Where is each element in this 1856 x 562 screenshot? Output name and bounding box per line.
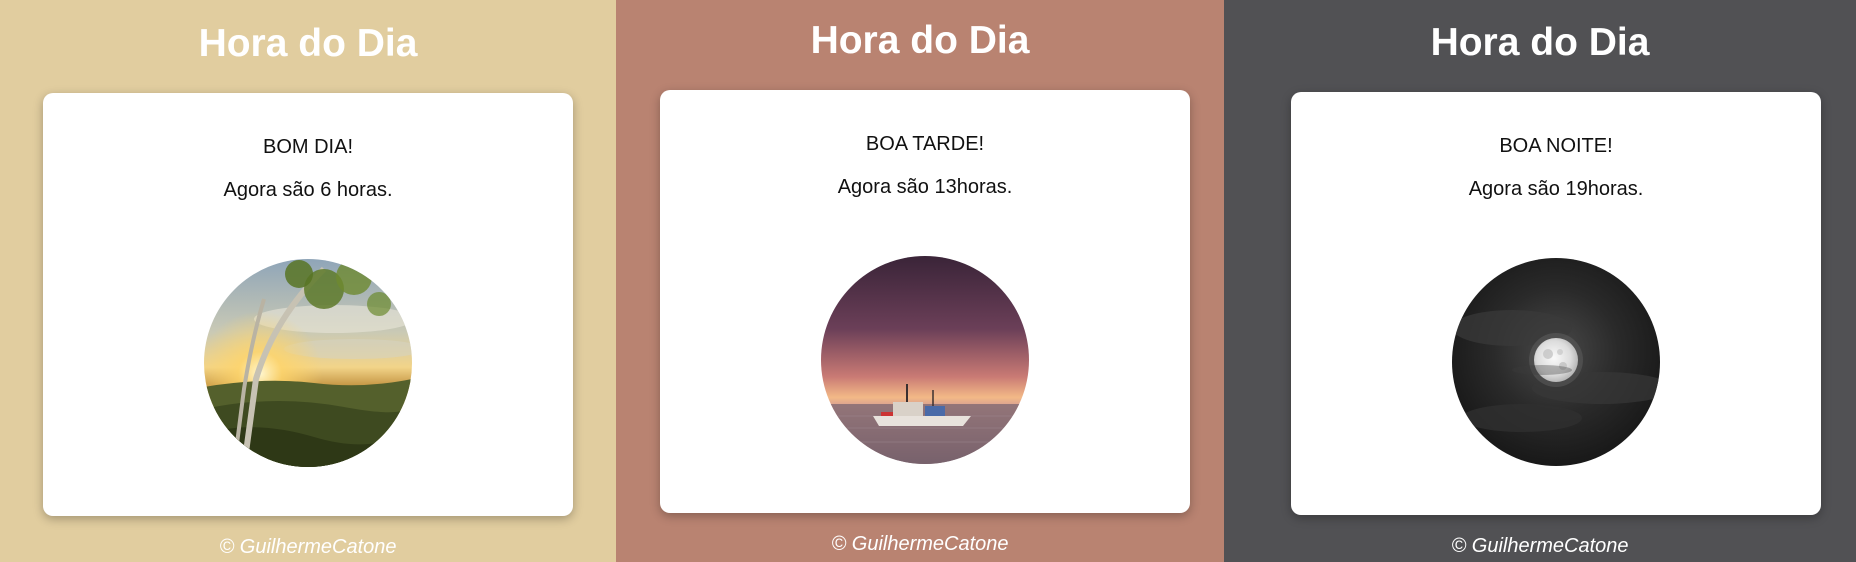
panel-afternoon: Hora do Dia BOA TARDE! Agora são 13horas…: [616, 0, 1224, 562]
footer-credit: © GuilhermeCatone: [831, 533, 1009, 555]
sunset-boat-image: [821, 256, 1029, 464]
time-card: BOA TARDE! Agora são 13horas.: [660, 90, 1190, 513]
time-text: Agora são 13horas.: [837, 176, 1013, 198]
panel-morning: Hora do Dia BOM DIA! Agora são 6 horas.: [0, 0, 616, 562]
time-text: Agora são 19horas.: [1468, 178, 1644, 200]
page-title: Hora do Dia: [198, 22, 418, 65]
sunrise-image: [204, 259, 412, 467]
greeting-text: BOA TARDE!: [865, 133, 985, 155]
afternoon-photo: [821, 256, 1029, 464]
morning-photo: [204, 259, 412, 467]
time-text: Agora são 6 horas.: [223, 179, 393, 201]
footer-credit: © GuilhermeCatone: [219, 536, 397, 558]
footer-credit: © GuilhermeCatone: [1451, 535, 1629, 557]
time-card: BOA NOITE! Agora são 19horas.: [1291, 92, 1821, 515]
page-title: Hora do Dia: [1430, 21, 1650, 64]
night-photo: [1452, 258, 1660, 466]
greeting-text: BOA NOITE!: [1499, 135, 1613, 157]
page-title: Hora do Dia: [810, 19, 1030, 62]
moon-image: [1452, 258, 1660, 466]
panel-night: Hora do Dia BOA NOITE! Agora são 19horas…: [1224, 0, 1856, 562]
greeting-text: BOM DIA!: [262, 136, 353, 158]
time-card: BOM DIA! Agora são 6 horas.: [43, 93, 573, 516]
